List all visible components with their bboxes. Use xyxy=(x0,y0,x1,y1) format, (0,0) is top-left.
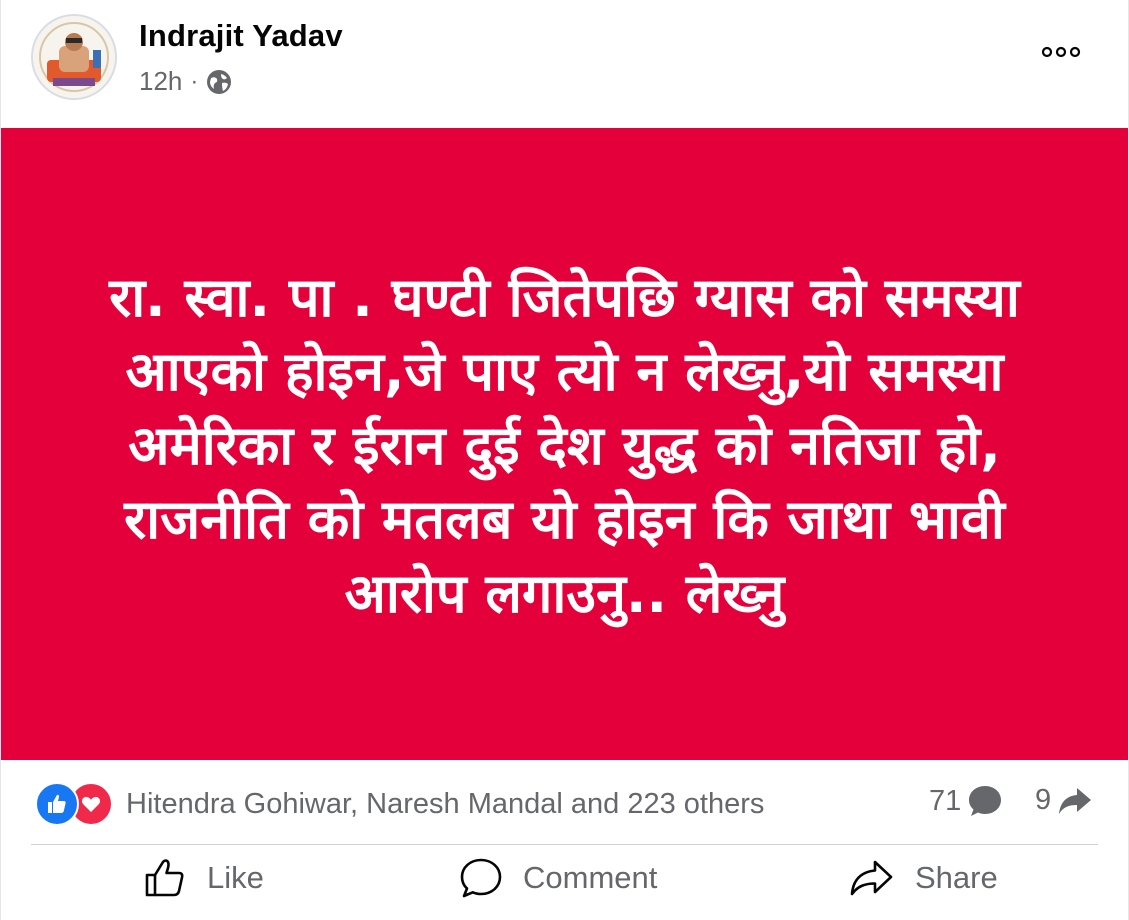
like-button[interactable]: Like xyxy=(143,857,264,899)
post-header: Indrajit Yadav 12h · xyxy=(1,0,1128,128)
meta-separator: · xyxy=(190,67,199,95)
share-icon xyxy=(850,860,893,896)
share-arrow-icon xyxy=(1059,787,1092,814)
globe-icon[interactable] xyxy=(206,69,232,95)
post-text-line: राजनीति को मतलब यो होइन कि जाथा भावी xyxy=(124,488,1005,551)
text-post-card[interactable]: रा. स्वा. पा . घण्टी जितेपछि ग्यास को सम… xyxy=(1,128,1128,760)
reactors-summary[interactable]: Hitendra Gohiwar, Naresh Mandal and 223 … xyxy=(126,788,764,821)
facebook-post: Indrajit Yadav 12h · रा. स्वा. पा . घण्ट… xyxy=(0,0,1129,920)
comment-bubble-icon xyxy=(969,786,1002,816)
comments-count-value: 71 xyxy=(929,784,962,817)
post-actions: Like Comment Share xyxy=(1,845,1128,920)
share-button[interactable]: Share xyxy=(849,857,998,899)
post-text-line: आएको होइन,जे पाए त्यो न लेख्नु,यो समस्या xyxy=(125,340,1004,403)
comment-label: Comment xyxy=(523,860,658,895)
post-text-line: अमेरिका र ईरान दुई देश युद्ध को नतिजा हो… xyxy=(128,414,1001,477)
avatar-image xyxy=(33,16,115,98)
post-text-line: आरोप लगाउनु.. लेख्नु xyxy=(344,562,785,625)
share-label: Share xyxy=(915,860,998,895)
comment-button[interactable]: Comment xyxy=(459,857,657,899)
comment-icon xyxy=(460,858,502,898)
comments-count[interactable]: 71 xyxy=(929,784,1003,818)
like-reaction-icon xyxy=(35,782,79,826)
avatar[interactable] xyxy=(31,14,117,100)
like-label: Like xyxy=(207,860,264,895)
post-meta: 12h · xyxy=(139,66,232,97)
shares-count[interactable]: 9 xyxy=(1035,784,1093,817)
more-options-icon xyxy=(1041,46,1081,58)
reaction-icons[interactable] xyxy=(35,782,115,826)
reactions-bar: Hitendra Gohiwar, Naresh Mandal and 223 … xyxy=(1,762,1128,844)
post-time[interactable]: 12h xyxy=(139,66,182,97)
more-options-button[interactable] xyxy=(1037,36,1085,68)
post-text-line: रा. स्वा. पा . घण्टी जितेपछि ग्यास को सम… xyxy=(109,266,1020,329)
shares-count-value: 9 xyxy=(1035,784,1052,816)
author-name[interactable]: Indrajit Yadav xyxy=(139,18,343,54)
post-text: रा. स्वा. पा . घण्टी जितेपछि ग्यास को सम… xyxy=(40,261,1090,631)
like-icon xyxy=(145,859,184,897)
